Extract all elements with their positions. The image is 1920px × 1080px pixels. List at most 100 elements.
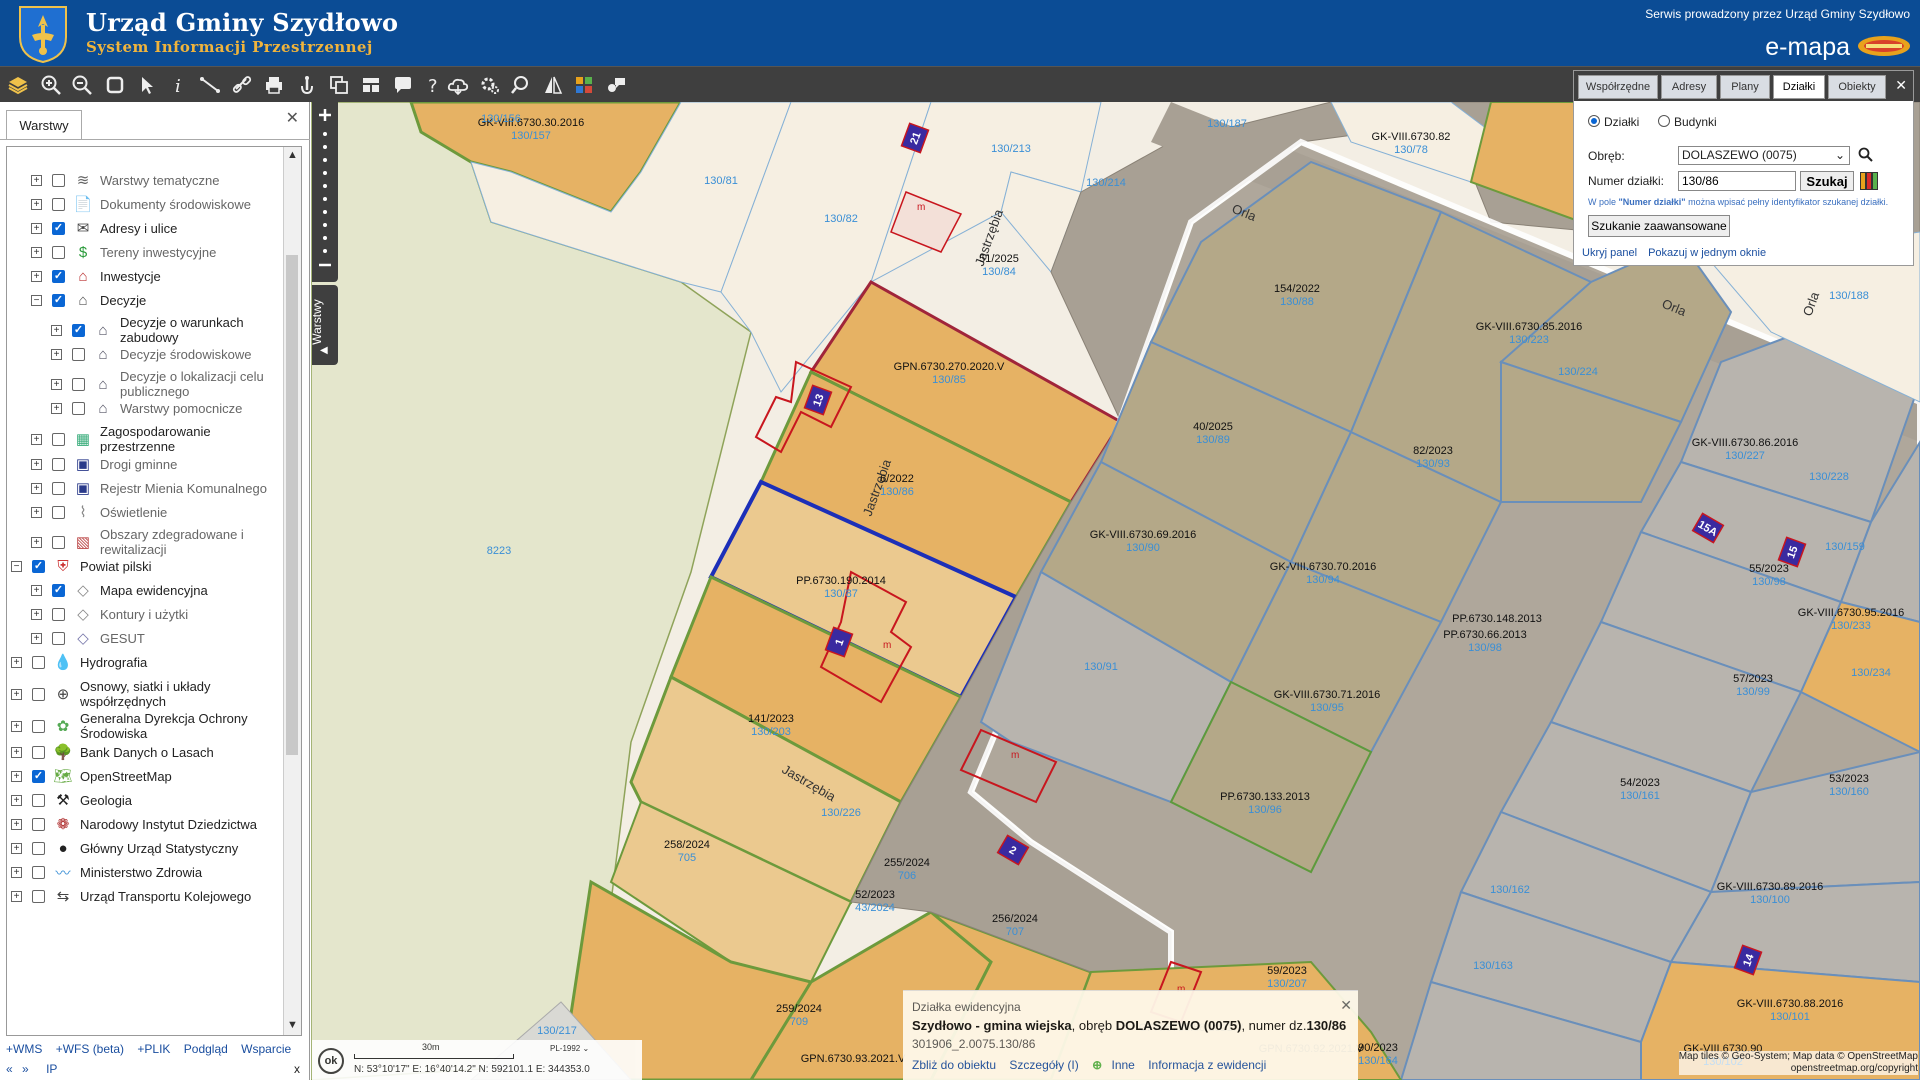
layer-row[interactable]: + ✉ Adresy i ulice bbox=[31, 217, 271, 239]
layer-checkbox[interactable] bbox=[52, 221, 65, 235]
cloud-icon[interactable] bbox=[444, 71, 472, 99]
expand-icon[interactable]: + bbox=[11, 770, 22, 782]
layer-checkbox[interactable] bbox=[32, 793, 45, 807]
tab-dzialki[interactable]: Działki bbox=[1773, 75, 1825, 99]
layer-checkbox[interactable] bbox=[32, 559, 45, 573]
settings-icon[interactable] bbox=[476, 71, 504, 99]
expand-icon[interactable]: + bbox=[11, 688, 22, 700]
layer-checkbox[interactable] bbox=[32, 719, 45, 733]
layer-checkbox[interactable] bbox=[32, 769, 45, 783]
collapse-icon[interactable]: − bbox=[31, 294, 42, 306]
layer-row[interactable]: + 💧 Hydrografia bbox=[11, 651, 271, 673]
collapse-icon[interactable]: − bbox=[11, 560, 22, 572]
crs-select[interactable]: PL-1992 ⌄ bbox=[550, 1044, 589, 1053]
layer-checkbox[interactable] bbox=[52, 173, 65, 187]
layer-checkbox[interactable] bbox=[52, 505, 65, 519]
layer-row[interactable]: + ⌂ Decyzje o lokalizacji celu publicznego bbox=[51, 369, 271, 399]
layer-checkbox[interactable] bbox=[72, 347, 85, 361]
add-file-link[interactable]: +PLIK bbox=[137, 1042, 170, 1056]
expand-icon[interactable]: + bbox=[31, 482, 42, 494]
emapa-brand[interactable]: e-mapa bbox=[1765, 33, 1850, 62]
layer-row[interactable]: + ✿ Generalna Dyrekcja Ochrony Środowiska bbox=[11, 711, 271, 741]
layer-checkbox[interactable] bbox=[32, 841, 45, 855]
layer-row[interactable]: + ⌂ Inwestycje bbox=[31, 265, 271, 287]
hide-panel-link[interactable]: Ukryj panel bbox=[1582, 247, 1637, 259]
layer-row[interactable]: + ⚒ Geologia bbox=[11, 789, 271, 811]
add-wfs-link[interactable]: +WFS (beta) bbox=[56, 1042, 124, 1056]
pointer-icon[interactable] bbox=[133, 71, 161, 99]
layer-checkbox[interactable] bbox=[52, 293, 65, 307]
expand-icon[interactable]: + bbox=[31, 506, 42, 518]
layer-row[interactable]: − ⌂ Decyzje bbox=[31, 289, 271, 311]
magnifier-icon[interactable] bbox=[1858, 147, 1874, 166]
registry-info-link[interactable]: Informacja z ewidencji bbox=[1148, 1058, 1266, 1072]
expand-icon[interactable]: + bbox=[11, 746, 22, 758]
expand-icon[interactable]: + bbox=[31, 222, 42, 234]
scrollbar[interactable]: ▲ ▼ bbox=[283, 147, 301, 1035]
zoom-out-icon[interactable] bbox=[68, 71, 96, 99]
ip-link[interactable]: IP bbox=[46, 1062, 57, 1076]
scroll-thumb[interactable] bbox=[286, 255, 298, 755]
preview-link[interactable]: Podgląd bbox=[184, 1042, 228, 1056]
expand-icon[interactable]: + bbox=[11, 720, 22, 732]
expand-icon[interactable]: + bbox=[11, 842, 22, 854]
layout-icon[interactable] bbox=[357, 71, 385, 99]
layer-row[interactable]: + ⇆ Urząd Transportu Kolejowego bbox=[11, 885, 271, 907]
expand-icon[interactable]: + bbox=[31, 584, 42, 596]
attribution-link[interactable]: openstreetmap.org/copyright bbox=[1679, 1063, 1918, 1075]
layer-checkbox[interactable] bbox=[52, 269, 65, 283]
layer-row[interactable]: + 〰 Ministerstwo Zdrowia bbox=[11, 861, 271, 883]
expand-icon[interactable]: + bbox=[31, 270, 42, 282]
grid-icon[interactable] bbox=[570, 71, 598, 99]
add-wms-link[interactable]: +WMS bbox=[6, 1042, 42, 1056]
layer-checkbox[interactable] bbox=[52, 432, 65, 446]
info-close-icon[interactable]: ✕ bbox=[1340, 997, 1352, 1014]
tab-adresy[interactable]: Adresy bbox=[1661, 75, 1717, 99]
radio-budynki[interactable] bbox=[1658, 115, 1670, 127]
footer-close-icon[interactable]: x bbox=[294, 1062, 300, 1076]
expand-icon[interactable]: + bbox=[31, 632, 42, 644]
layer-row[interactable]: + ⊕ Osnowy, siatki i układy współrzędnych bbox=[11, 679, 271, 709]
expand-icon[interactable]: + bbox=[51, 348, 62, 360]
advanced-search-button[interactable]: Szukanie zaawansowane bbox=[1588, 215, 1730, 237]
expand-icon[interactable]: + bbox=[11, 866, 22, 878]
layer-checkbox[interactable] bbox=[72, 323, 85, 337]
search-icon[interactable] bbox=[507, 71, 535, 99]
layer-checkbox[interactable] bbox=[32, 745, 45, 759]
zoom-to-object-link[interactable]: Zbliż do obiektu bbox=[912, 1058, 996, 1072]
expand-icon[interactable]: + bbox=[31, 174, 42, 186]
expand-icon[interactable]: + bbox=[11, 794, 22, 806]
layer-row[interactable]: + ● Główny Urząd Statystyczny bbox=[11, 837, 271, 859]
print-icon[interactable] bbox=[260, 71, 288, 99]
comment-icon[interactable] bbox=[389, 71, 417, 99]
layer-checkbox[interactable] bbox=[32, 687, 45, 701]
layer-row[interactable]: + 🗺 OpenStreetMap bbox=[11, 765, 271, 787]
obreb-select[interactable]: DOLASZEWO (0075) ⌄ bbox=[1678, 146, 1850, 165]
expand-icon[interactable]: + bbox=[11, 890, 22, 902]
color-legend-icon[interactable] bbox=[1860, 172, 1886, 190]
details-link[interactable]: Szczegóły (I) bbox=[1009, 1058, 1078, 1072]
expand-icon[interactable]: + bbox=[31, 536, 42, 548]
layer-row[interactable]: − ⛨ Powiat pilski bbox=[11, 555, 271, 577]
tab-plany[interactable]: Plany bbox=[1720, 75, 1770, 99]
support-link[interactable]: Wsparcie bbox=[241, 1042, 291, 1056]
collapse-left-icon[interactable]: « bbox=[6, 1062, 13, 1076]
layer-row[interactable]: + ⌂ Decyzje środowiskowe bbox=[51, 343, 271, 365]
layer-row[interactable]: + ◇ Kontury i użytki bbox=[31, 603, 271, 625]
tab-obiekty[interactable]: Obiekty bbox=[1828, 75, 1886, 99]
layer-row[interactable]: + ≋ Warstwy tematyczne bbox=[31, 169, 271, 191]
layer-row[interactable]: + $ Tereny inwestycyjne bbox=[31, 241, 271, 263]
szukaj-button[interactable]: Szukaj bbox=[1800, 171, 1854, 191]
layer-checkbox[interactable] bbox=[32, 655, 45, 669]
layer-row[interactable]: + ▣ Rejestr Mienia Komunalnego bbox=[31, 477, 271, 499]
expand-icon[interactable]: + bbox=[31, 433, 42, 445]
zoom-slider[interactable] bbox=[312, 102, 338, 282]
single-window-link[interactable]: Pokazuj w jednym oknie bbox=[1648, 247, 1766, 259]
zoom-in-icon[interactable] bbox=[37, 71, 65, 99]
layers-icon[interactable] bbox=[4, 71, 32, 99]
scroll-down-icon[interactable]: ▼ bbox=[287, 1019, 298, 1031]
copy-icon[interactable] bbox=[325, 71, 353, 99]
expand-icon[interactable]: + bbox=[51, 324, 62, 336]
expand-icon[interactable]: + bbox=[31, 246, 42, 258]
user-icon[interactable] bbox=[602, 71, 630, 99]
